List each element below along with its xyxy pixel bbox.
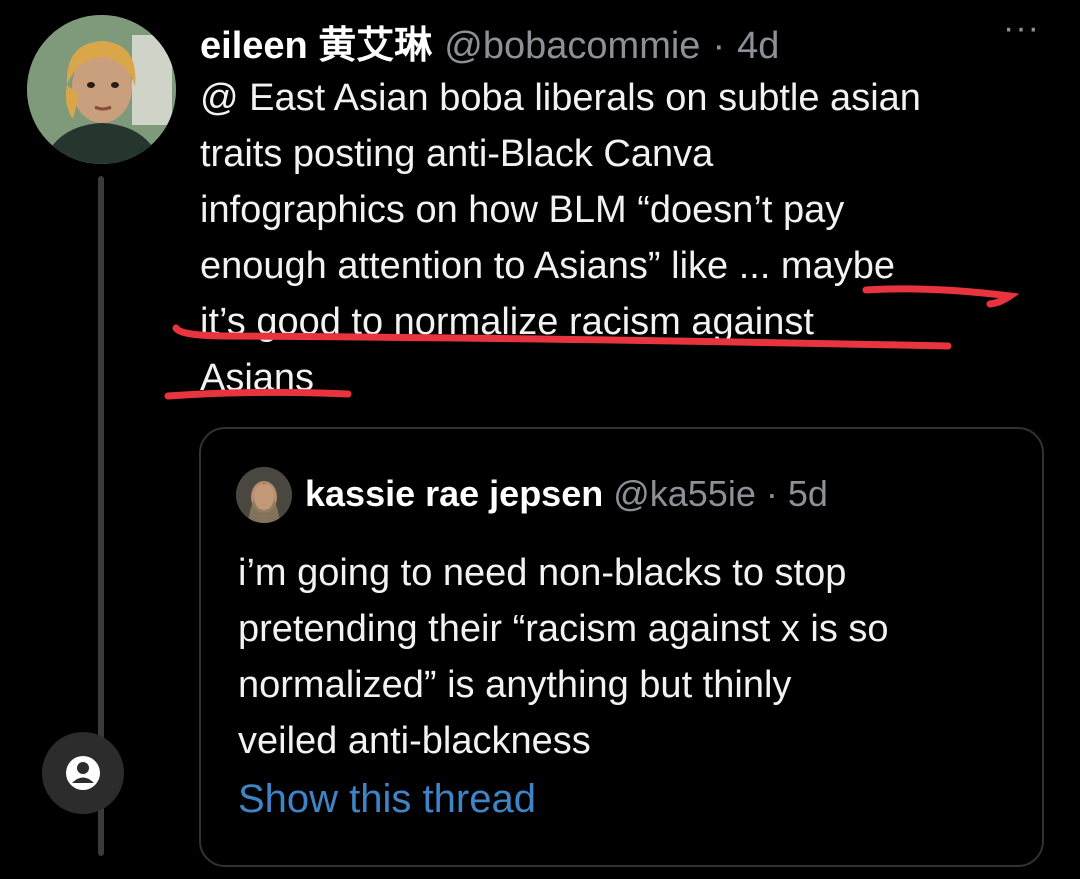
quoted-tweet-line: normalized” is anything but thinly: [238, 664, 792, 706]
tweet-header: eileen 黄艾琳 @bobacommie · 4d: [200, 14, 779, 67]
tweet-line: infographics on how BLM “doesn’t pay: [200, 189, 845, 231]
quoted-author-handle[interactable]: @ka55ie: [613, 473, 756, 515]
tweet-line: traits posting anti-Black Canva: [200, 133, 714, 175]
quoted-author-name[interactable]: kassie rae jepsen: [305, 473, 603, 515]
author-handle[interactable]: @bobacommie: [444, 25, 700, 68]
tweet-time[interactable]: 4d: [737, 25, 779, 68]
separator-dot: ·: [712, 25, 726, 67]
quoted-tweet-header: kassie rae jepsen @ka55ie · 5d: [305, 473, 828, 515]
quoted-author-avatar[interactable]: [236, 467, 292, 523]
quoted-tweet-line: i’m going to need non-blacks to stop: [238, 552, 847, 594]
author-name[interactable]: eileen 黄艾琳: [200, 14, 432, 69]
tweet-text: @ East Asian boba liberals on subtle asi…: [200, 70, 1040, 406]
quoted-tweet-line: veiled anti-blackness: [238, 720, 591, 762]
quoted-tweet-time[interactable]: 5d: [788, 473, 828, 515]
quoted-tweet[interactable]: kassie rae jepsen @ka55ie · 5d i’m going…: [199, 427, 1044, 867]
author-avatar[interactable]: [27, 15, 176, 164]
tweet-line: @ East Asian boba liberals on subtle asi…: [200, 77, 921, 119]
tweet-line: Asians: [200, 357, 315, 399]
author-avatar-image: [27, 15, 176, 164]
separator-dot: ·: [765, 473, 778, 514]
show-thread-link[interactable]: Show this thread: [238, 777, 536, 822]
more-icon[interactable]: ···: [1003, 11, 1040, 45]
quoted-tweet-text: i’m going to need non-blacks to stop pre…: [238, 545, 1028, 769]
profile-icon: [66, 756, 100, 790]
tweet-line: it’s good to normalize racism against: [200, 301, 814, 343]
quoted-tweet-line: pretending their “racism against x is so: [238, 608, 889, 650]
quoted-avatar-image: [236, 467, 292, 523]
tweet-line: enough attention to Asians” like ... may…: [200, 245, 895, 287]
profile-button[interactable]: [42, 732, 124, 814]
